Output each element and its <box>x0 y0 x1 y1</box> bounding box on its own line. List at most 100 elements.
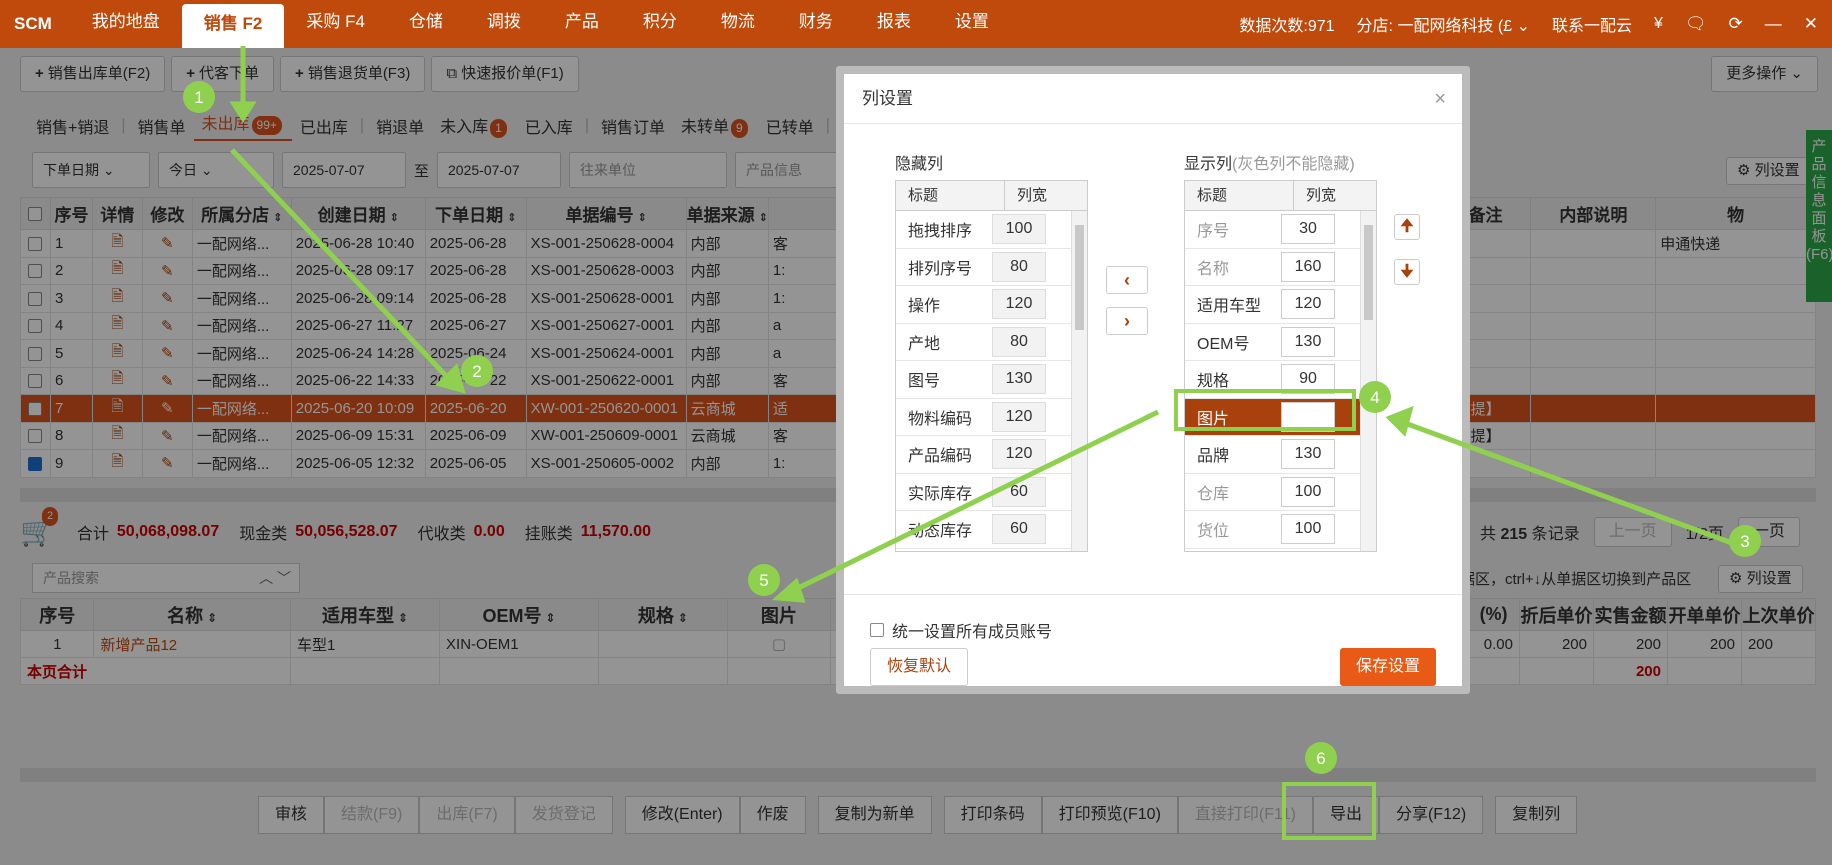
shown-columns-label: 显示列(灰色列不能隐藏) <box>1184 150 1355 174</box>
minimize-icon[interactable]: — <box>1765 14 1782 34</box>
column-width-input[interactable]: 100 <box>1281 476 1335 507</box>
close-icon[interactable]: ✕ <box>1804 14 1818 34</box>
column-list-item[interactable]: 动态库存 60 <box>896 511 1087 549</box>
column-settings-dialog: 列设置 × 隐藏列 显示列(灰色列不能隐藏) 标题 列宽 拖拽排序 100 排列序号 8… <box>836 66 1470 694</box>
column-title: 名称 <box>1197 260 1230 278</box>
arrow-down-icon[interactable]: 🠋 <box>1394 259 1420 285</box>
column-width-input[interactable]: 100 <box>992 214 1046 245</box>
column-list-item[interactable]: 产地 80 <box>896 324 1087 361</box>
nav-item[interactable]: 采购 F4 <box>284 0 387 48</box>
list-header: 标题 列宽 <box>1185 181 1376 211</box>
contact-link[interactable]: 联系一配云 <box>1552 12 1632 36</box>
nav-item[interactable]: 物流 <box>699 0 777 48</box>
column-width-input[interactable]: 80 <box>992 326 1046 357</box>
column-list-item[interactable]: 货位 100 <box>1185 511 1376 549</box>
column-list-item[interactable]: 操作 120 <box>896 286 1087 324</box>
nav-item[interactable]: 仓储 <box>387 0 465 48</box>
highlight-image-row <box>1174 389 1356 431</box>
unify-checkbox[interactable] <box>870 623 884 637</box>
nav-item[interactable]: 财务 <box>777 0 855 48</box>
nav-item[interactable]: 报表 <box>855 0 933 48</box>
column-title: 序号 <box>1197 223 1230 241</box>
currency-icon[interactable]: ¥ <box>1654 15 1663 33</box>
chevron-left-icon[interactable]: ‹ <box>1106 266 1148 294</box>
arrow-up-icon[interactable]: 🠉 <box>1394 214 1420 240</box>
column-list-item[interactable]: 实际库存 60 <box>896 474 1087 511</box>
column-list-item[interactable]: 序号 30 <box>1185 211 1376 249</box>
column-title: 产品编码 <box>908 448 973 466</box>
column-title: 货位 <box>1197 523 1230 541</box>
chevron-right-icon[interactable]: › <box>1106 307 1148 335</box>
unify-label: 统一设置所有成员账号 <box>892 624 1053 641</box>
nav-item[interactable]: 调拨 <box>465 0 543 48</box>
column-width-input[interactable]: 80 <box>992 251 1046 282</box>
nav-item[interactable]: 设置 <box>933 0 1011 48</box>
column-width-input[interactable]: 160 <box>1281 251 1335 282</box>
column-title: 产地 <box>908 335 941 353</box>
dialog-title: 列设置 <box>862 89 913 108</box>
column-width-input[interactable]: 120 <box>992 289 1046 320</box>
column-width-input[interactable]: 130 <box>1281 326 1335 357</box>
nav-item[interactable]: 积分 <box>621 0 699 48</box>
shown-label-text: 显示列 <box>1184 156 1233 173</box>
column-list-item[interactable]: 排列序号 80 <box>896 249 1087 286</box>
save-settings-button[interactable]: 保存设置 <box>1339 648 1436 686</box>
column-list-item[interactable]: OEM号 130 <box>1185 324 1376 361</box>
app-logo: SCM <box>14 14 52 33</box>
column-title: 排列序号 <box>908 260 973 278</box>
nav-menu: 我的地盘 销售 F2 采购 F4 仓储 调拨 产品 积分 物流 财务 报表 设置 <box>70 0 1011 48</box>
col-title-header: 标题 <box>908 187 939 204</box>
nav-item[interactable]: 我的地盘 <box>70 0 182 48</box>
nav-item[interactable]: 销售 F2 <box>181 4 285 48</box>
close-icon[interactable]: × <box>1434 74 1446 124</box>
column-width-input[interactable]: 130 <box>1281 439 1335 470</box>
highlight-export-button <box>1282 782 1376 840</box>
column-list-item[interactable]: 产品编码 120 <box>896 436 1087 474</box>
column-list-item[interactable]: 名称 160 <box>1185 249 1376 286</box>
column-title: 实际库存 <box>908 485 973 503</box>
data-count: 数据次数:971 <box>1239 18 1335 35</box>
branch-selector[interactable]: 分店: 一配网络科技 (£ ⌄ <box>1357 12 1530 36</box>
branch-label: 分店: 一配网络科技 (£ <box>1356 18 1513 35</box>
column-list-item[interactable]: 仓库 100 <box>1185 474 1376 511</box>
column-width-input[interactable]: 60 <box>992 514 1046 545</box>
hidden-columns-label: 隐藏列 <box>895 156 944 173</box>
column-title: OEM号 <box>1197 335 1250 353</box>
unify-setting[interactable]: 统一设置所有成员账号 <box>870 618 1052 642</box>
column-title: 物料编码 <box>908 410 973 428</box>
column-width-input[interactable]: 60 <box>992 476 1046 507</box>
dialog-header: 列设置 × <box>844 74 1462 124</box>
nav-item[interactable]: 产品 <box>543 0 621 48</box>
column-width-input[interactable]: 120 <box>992 439 1046 470</box>
column-width-input[interactable]: 30 <box>1281 214 1335 245</box>
column-title: 规格 <box>1197 373 1230 391</box>
column-width-input[interactable]: 100 <box>1281 514 1335 545</box>
dialog-footer-divider <box>844 594 1462 595</box>
restore-default-button[interactable]: 恢复默认 <box>870 648 969 686</box>
column-title: 仓库 <box>1197 485 1230 503</box>
column-title: 操作 <box>908 298 941 316</box>
refresh-icon[interactable]: ⟳ <box>1729 14 1743 34</box>
column-list-item[interactable]: 拖拽排序 100 <box>896 211 1087 249</box>
col-title-header: 标题 <box>1197 187 1228 204</box>
column-title: 拖拽排序 <box>908 223 973 241</box>
column-list-item[interactable]: 图号 130 <box>896 361 1087 399</box>
hidden-list-scrollbar[interactable] <box>1071 211 1087 551</box>
column-title: 适用车型 <box>1197 298 1262 316</box>
column-list-item[interactable]: 品牌 130 <box>1185 436 1376 474</box>
hidden-columns-list: 标题 列宽 拖拽排序 100 排列序号 80 操作 120 产地 80 图号 130 物料编码 120 产… <box>895 180 1088 552</box>
list-header: 标题 列宽 <box>896 181 1087 211</box>
chat-icon[interactable]: 🗨 <box>1685 14 1707 34</box>
column-width-input[interactable]: 120 <box>992 401 1046 432</box>
shown-columns-list: 标题 列宽 序号 30 名称 160 适用车型 120 OEM号 130 规格 90 图片 80 品牌 13… <box>1184 180 1377 552</box>
column-list-item[interactable]: 物料编码 120 <box>896 399 1087 436</box>
column-list-item[interactable]: 适用车型 120 <box>1185 286 1376 324</box>
column-title: 品牌 <box>1197 448 1230 466</box>
shown-list-scrollbar[interactable] <box>1360 211 1376 551</box>
top-right-area: 数据次数:971 分店: 一配网络科技 (£ ⌄ 联系一配云 ¥ 🗨 ⟳ — ✕ <box>1239 0 1818 48</box>
column-title: 图号 <box>908 373 941 391</box>
column-width-input[interactable]: 130 <box>992 364 1046 395</box>
column-width-input[interactable]: 120 <box>1281 289 1335 320</box>
col-width-header: 列宽 <box>1004 181 1047 210</box>
top-nav: SCM 我的地盘 销售 F2 采购 F4 仓储 调拨 产品 积分 物流 财务 报表 设置 数据次数:… <box>0 0 1832 48</box>
